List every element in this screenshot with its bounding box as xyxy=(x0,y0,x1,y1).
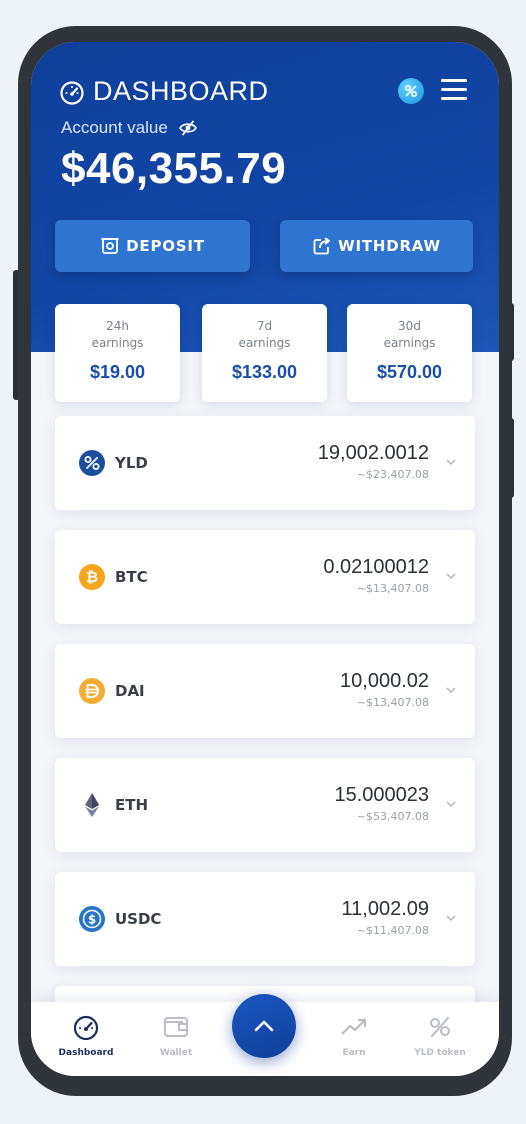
yld-logo-icon xyxy=(398,78,424,104)
earnings-card-24h: 24h earnings $19.00 xyxy=(55,304,180,402)
asset-usd-value: ~$23,407.08 xyxy=(356,468,429,481)
asset-amount: 10,000.02 xyxy=(340,670,429,692)
chevron-down-icon xyxy=(446,459,456,466)
expand-button[interactable] xyxy=(232,994,296,1058)
deposit-label: DEPOSIT xyxy=(126,237,205,255)
earnings-card-30d: 30d earnings $570.00 xyxy=(347,304,472,402)
nav-label: YLD token xyxy=(414,1048,466,1058)
asset-usd-value: ~$13,407.08 xyxy=(356,696,429,709)
nav-label: Wallet xyxy=(159,1048,193,1058)
account-value-label: Account value xyxy=(61,118,168,137)
nav-earn[interactable]: Earn xyxy=(319,1014,389,1058)
deposit-button[interactable]: DEPOSIT xyxy=(55,220,250,272)
asset-symbol: YLD xyxy=(115,454,148,472)
bitcoin-icon: ₿ xyxy=(79,564,105,590)
asset-amount: 15.000023 xyxy=(334,784,429,806)
yld-icon xyxy=(79,450,105,476)
gauge-icon xyxy=(73,1015,99,1040)
asset-row-yld[interactable]: YLD 19,002.0012 ~$23,407.08 xyxy=(55,416,475,510)
nav-label: Dashboard xyxy=(58,1048,114,1058)
earnings-value: $570.00 xyxy=(376,362,443,382)
asset-symbol: DAI xyxy=(115,682,145,700)
gauge-icon xyxy=(60,80,84,105)
share-arrow-icon xyxy=(313,237,330,255)
eye-slash-icon[interactable] xyxy=(178,120,198,136)
withdraw-label: WITHDRAW xyxy=(338,237,441,255)
asset-amount: 11,002.09 xyxy=(341,898,430,920)
earnings-card-7d: 7d earnings $133.00 xyxy=(202,304,327,402)
nav-label: Earn xyxy=(342,1048,366,1058)
asset-row-dai[interactable]: DAI 10,000.02 ~$13,407.08 xyxy=(55,644,475,738)
asset-amount: 19,002.0012 xyxy=(317,442,429,464)
earnings-period: 30d earnings xyxy=(383,319,436,350)
earnings-period: 7d earnings xyxy=(238,319,291,350)
asset-row-usdc[interactable]: $ USDC 11,002.09 ~$11,407.08 xyxy=(55,872,475,966)
asset-symbol: ETH xyxy=(115,796,149,814)
earnings-value: $19.00 xyxy=(89,362,146,382)
account-value-amount: $46,355.79 xyxy=(61,144,287,193)
nav-yld-token[interactable]: YLD token xyxy=(405,1014,475,1058)
asset-usd-value: ~$53,407.08 xyxy=(356,810,429,823)
hamburger-menu-icon[interactable] xyxy=(441,79,467,101)
account-value-row: Account value xyxy=(61,118,198,138)
asset-usd-value: ~$11,407.08 xyxy=(356,924,429,937)
nav-dashboard[interactable]: Dashboard xyxy=(51,1014,121,1058)
percent-icon xyxy=(430,1017,450,1037)
asset-row-eth[interactable]: ETH 15.000023 ~$53,407.08 xyxy=(55,758,475,852)
earnings-period: 24h earnings xyxy=(91,319,144,350)
asset-usd-value: ~$13,407.08 xyxy=(356,582,429,595)
page-title: DASHBOARD xyxy=(93,76,269,106)
asset-symbol: BTC xyxy=(115,568,148,586)
asset-row-btc[interactable]: ₿ BTC 0.02100012 ~$13,407.08 xyxy=(55,530,475,624)
dai-icon xyxy=(79,678,105,704)
asset-amount: 0.02100012 xyxy=(323,556,429,578)
earnings-value: $133.00 xyxy=(231,362,298,382)
title-row: DASHBOARD xyxy=(59,76,269,107)
svg-text:$: $ xyxy=(88,913,96,927)
withdraw-button[interactable]: WITHDRAW xyxy=(280,220,473,272)
chevron-down-icon xyxy=(446,801,456,808)
phone-frame: DASHBOARD Account value $46,355.79 DEPOS… xyxy=(18,26,512,1096)
app-screen: DASHBOARD Account value $46,355.79 DEPOS… xyxy=(31,42,499,1076)
asset-symbol: USDC xyxy=(115,910,162,928)
usdc-icon: $ xyxy=(79,906,105,932)
chevron-down-icon xyxy=(446,687,456,694)
chevron-down-icon xyxy=(446,573,456,580)
wallet-icon xyxy=(164,1017,188,1037)
ethereum-icon xyxy=(85,793,99,817)
chevron-down-icon xyxy=(446,915,456,922)
deposit-icon xyxy=(101,238,119,254)
nav-wallet[interactable]: Wallet xyxy=(141,1014,211,1058)
chevron-up-icon xyxy=(254,1020,274,1032)
svg-text:₿: ₿ xyxy=(86,568,98,586)
trend-up-icon xyxy=(341,1018,367,1035)
